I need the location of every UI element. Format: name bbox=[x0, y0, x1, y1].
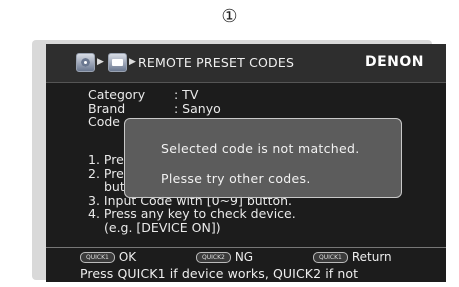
error-popup: Selected code is not matched. Plesse try… bbox=[124, 118, 402, 198]
popup-message: Selected code is not matched. bbox=[161, 141, 360, 156]
brand-label: Brand bbox=[88, 100, 126, 116]
quick1-badge: QUICK1 bbox=[313, 251, 348, 263]
quick1-badge: QUICK1 bbox=[80, 251, 115, 263]
return-label: Return bbox=[351, 250, 392, 264]
osd-screen: ▶ ▶ REMOTE PRESET CODES DENON Category :… bbox=[46, 44, 446, 282]
quick2-badge: QUICK2 bbox=[196, 251, 231, 263]
breadcrumb-arrow-icon: ▶ bbox=[97, 57, 104, 67]
breadcrumb-arrow-icon: ▶ bbox=[129, 57, 136, 67]
return-key-hint[interactable]: QUICK1 Return bbox=[313, 250, 392, 264]
ng-key-hint[interactable]: QUICK2 NG bbox=[196, 250, 313, 264]
instruction-step: 4. Press any key to check device. bbox=[88, 206, 296, 221]
brand-value: : Sanyo bbox=[174, 100, 221, 116]
ng-label: NG bbox=[234, 250, 254, 264]
popup-message: Plesse try other codes. bbox=[161, 171, 311, 186]
footer-hint: Press QUICK1 if device works, QUICK2 if … bbox=[80, 266, 359, 281]
instruction-step: (e.g. [DEVICE ON]) bbox=[104, 219, 221, 235]
ok-key-hint[interactable]: QUICK1 OK bbox=[80, 250, 196, 264]
page-title: REMOTE PRESET CODES bbox=[138, 55, 295, 70]
footer-bar: QUICK1 OK QUICK2 NG QUICK1 Return Press … bbox=[46, 248, 446, 282]
step-marker: ① bbox=[221, 6, 238, 27]
ok-label: OK bbox=[118, 250, 137, 264]
remote-icon bbox=[108, 53, 127, 72]
brand-logo: DENON bbox=[364, 54, 424, 70]
category-label: Category bbox=[88, 87, 146, 102]
category-value: : TV bbox=[174, 87, 199, 102]
setup-gear-icon bbox=[76, 53, 95, 72]
header-bar: ▶ ▶ REMOTE PRESET CODES DENON bbox=[46, 44, 446, 83]
